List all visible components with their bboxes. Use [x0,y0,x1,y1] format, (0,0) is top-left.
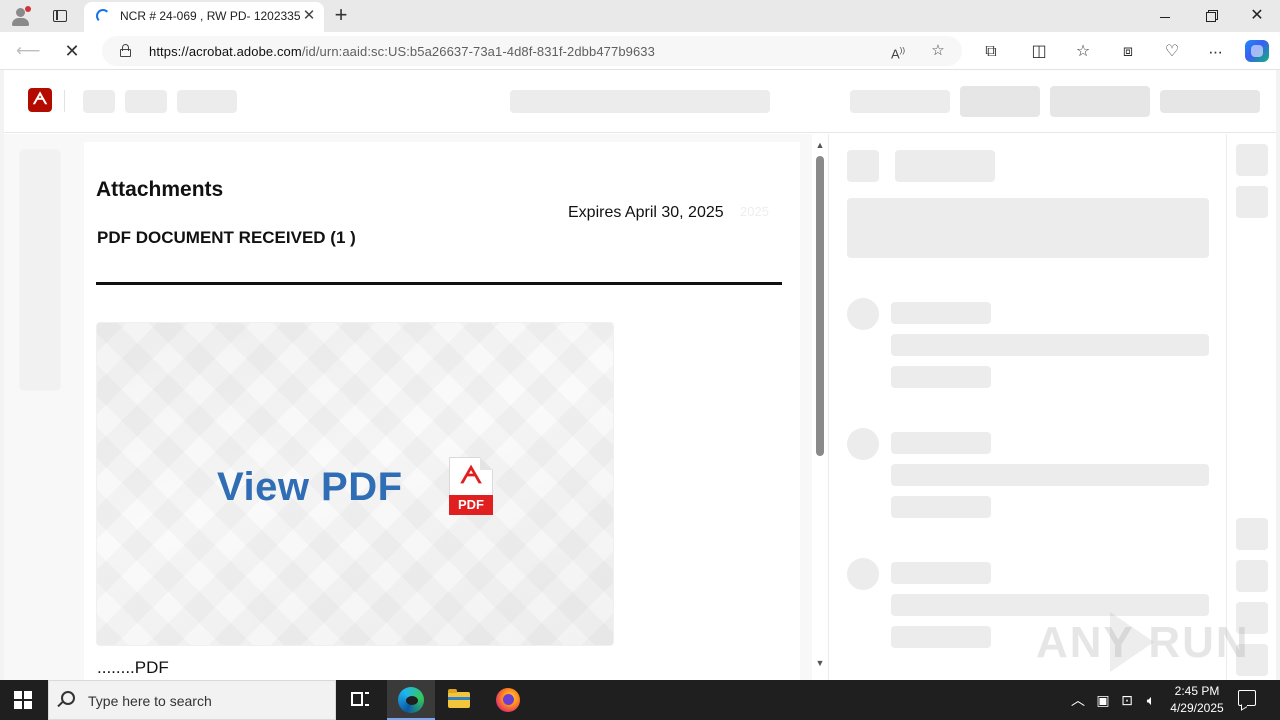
attachment-filename[interactable]: ........PDF [97,658,169,678]
windows-start-icon[interactable] [14,691,32,709]
skeleton-placeholder [1236,186,1268,218]
acrobat-page: ᗅ Attachments Expires April 30, 2025 202… [4,70,1276,680]
comments-panel-placeholder [828,134,1226,680]
browser-toolbar: ⟵ ✕ https://acrobat.adobe.com/id/urn:aai… [0,32,1280,70]
lock-icon[interactable] [120,44,131,57]
skeleton-placeholder [510,90,770,113]
skeleton-placeholder [895,150,995,182]
task-view-icon[interactable] [336,680,384,720]
clock-time: 2:45 PM [1174,684,1220,698]
tab-actions-icon[interactable] [50,6,70,26]
skeleton-placeholder [891,366,991,388]
window-close-button[interactable]: ✕ [1234,0,1280,32]
skeleton-avatar [847,428,879,460]
loading-spinner-icon [96,9,110,23]
puzzle-icon[interactable]: ⧉ [980,41,1002,63]
expiry-date: Expires April 30, 2025 [568,204,724,221]
document-page: Attachments Expires April 30, 2025 2025 … [84,142,800,680]
skeleton-placeholder [891,562,991,584]
skeleton-placeholder [125,90,167,113]
new-tab-button[interactable]: + [330,4,352,26]
skeleton-placeholder [1050,86,1150,117]
pdf-file-icon[interactable]: ᗅ PDF [449,457,493,515]
address-bar[interactable]: https://acrobat.adobe.com/id/urn:aaid:sc… [102,36,962,66]
url-host: https://acrobat.adobe.com [149,44,302,59]
skeleton-placeholder [1236,560,1268,592]
adobe-acrobat-logo-icon[interactable]: ᗅ [28,88,52,112]
skeleton-placeholder [1160,90,1260,113]
skeleton-placeholder [891,432,991,454]
skeleton-placeholder [891,496,991,518]
pdf-received-label: PDF DOCUMENT RECEIVED (1 ) [97,228,356,247]
search-placeholder: Type here to search [88,693,212,709]
windows-taskbar: Type here to search ︿ ▣ ⊡ 🔈︎ 2:45 PM 4/2… [0,680,1280,720]
firefox-icon[interactable] [484,680,532,720]
scrollbar-thumb[interactable] [816,156,824,456]
skeleton-placeholder [1236,144,1268,176]
file-explorer-icon[interactable] [435,680,483,720]
device-icon[interactable]: ▣ [1093,690,1113,710]
pdf-icon-label: PDF [449,495,493,515]
skeleton-placeholder [891,334,1209,356]
heart-pulse-icon[interactable]: ♡ [1161,41,1183,63]
view-pdf-banner[interactable]: View PDF ᗅ PDF [96,322,614,646]
skeleton-placeholder [891,464,1209,486]
view-pdf-link[interactable]: View PDF [217,465,403,510]
document-viewer: Attachments Expires April 30, 2025 2025 … [4,134,812,680]
skeleton-placeholder [891,302,991,324]
stop-loading-button[interactable]: ✕ [60,40,84,62]
skeleton-avatar [847,558,879,590]
document-scrollbar[interactable]: ▲ ▼ [812,134,828,680]
skeleton-placeholder [960,86,1040,117]
acrobat-header: ᗅ [4,70,1276,133]
system-clock[interactable]: 2:45 PM 4/29/2025 [1166,683,1228,717]
skeleton-placeholder [83,90,115,113]
skeleton-placeholder [847,150,879,182]
profile-icon[interactable] [10,6,32,28]
skeleton-placeholder [177,90,237,113]
tools-rail-placeholder [1226,134,1276,680]
anyrun-watermark: ANY RUN [1036,610,1248,674]
back-button[interactable]: ⟵ [16,40,40,62]
skeleton-placeholder [850,90,950,113]
taskbar-search-box[interactable]: Type here to search [48,680,336,720]
copilot-icon[interactable] [1245,40,1269,62]
scroll-down-icon[interactable]: ▼ [815,658,825,668]
window-restore-button[interactable] [1188,0,1234,32]
attachments-heading: Attachments [96,178,224,201]
volume-icon[interactable]: 🔈︎ [1141,690,1161,710]
star-icon[interactable]: ☆ [928,41,948,61]
skeleton-placeholder [891,626,991,648]
clock-date: 4/29/2025 [1170,701,1224,715]
read-aloud-icon[interactable]: A)) [888,41,908,61]
search-icon [61,691,75,705]
horizontal-rule [96,282,782,285]
skeleton-placeholder [1236,518,1268,550]
watermark-text: ANY RUN [1036,618,1250,667]
edge-browser-icon[interactable] [387,680,435,720]
tab-title: NCR # 24-069 , RW PD- 1202335 - [120,9,300,23]
collections-icon[interactable]: ⧈ [1117,41,1139,63]
ellipsis-icon[interactable]: ··· [1204,41,1226,63]
faint-text: 2025 [740,204,769,219]
chevron-up-icon[interactable]: ︿ [1068,690,1088,710]
network-icon[interactable]: ⊡ [1117,690,1137,710]
thumbnail-rail-placeholder [20,150,60,390]
browser-tab-strip: NCR # 24-069 , RW PD- 1202335 - ✕ + ✕ [0,0,1280,32]
browser-tab-active[interactable]: NCR # 24-069 , RW PD- 1202335 - ✕ [84,2,324,32]
header-divider [64,90,65,112]
url-text[interactable]: https://acrobat.adobe.com/id/urn:aaid:sc… [149,44,655,59]
window-minimize-button[interactable] [1142,0,1188,32]
split-screen-icon[interactable]: ◫ [1028,41,1050,63]
scroll-up-icon[interactable]: ▲ [815,140,825,150]
skeleton-placeholder [847,198,1209,258]
notification-icon[interactable] [1238,690,1256,706]
tab-close-icon[interactable]: ✕ [300,7,318,25]
skeleton-avatar [847,298,879,330]
favorites-icon[interactable]: ☆ [1072,41,1094,63]
url-path: /id/urn:aaid:sc:US:b5a26637-73a1-4d8f-83… [301,44,655,59]
